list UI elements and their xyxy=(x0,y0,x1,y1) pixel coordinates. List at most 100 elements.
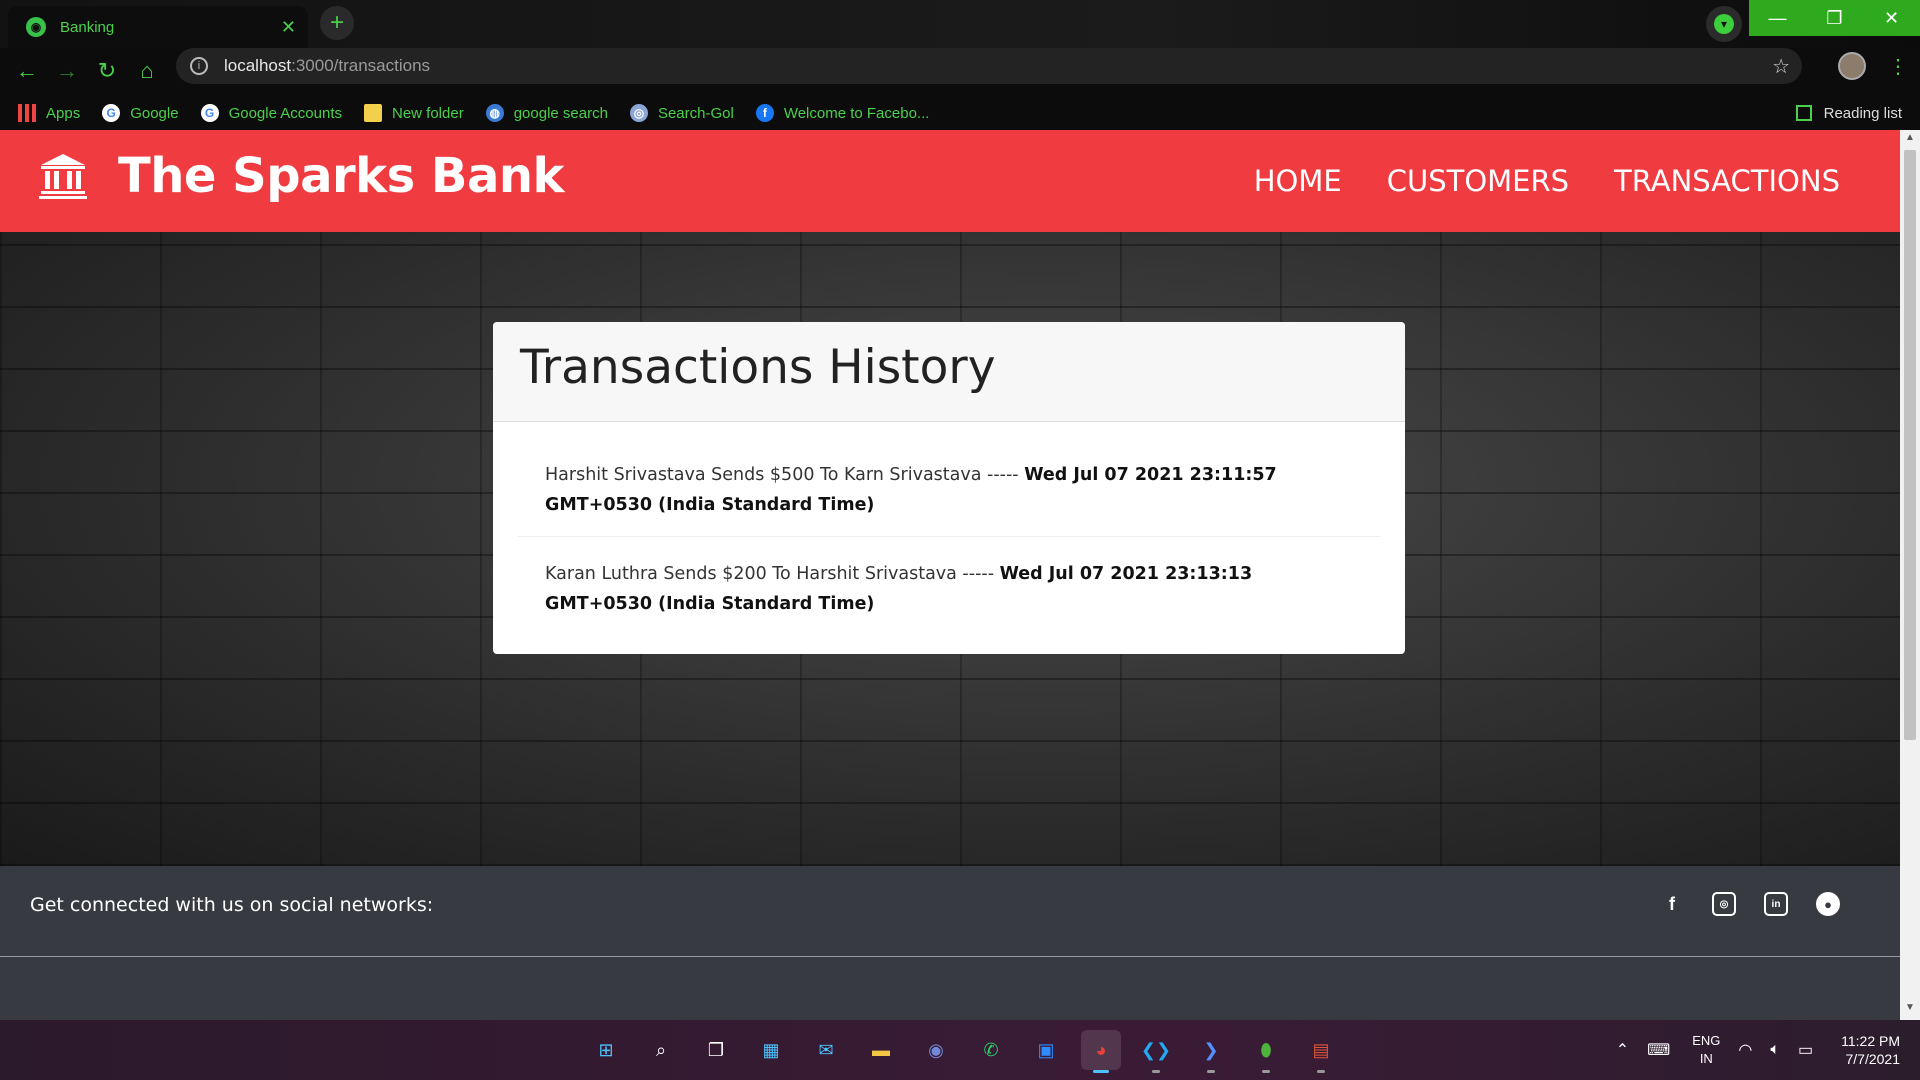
nav-home-link[interactable]: HOME xyxy=(1254,164,1342,198)
reading-list-button[interactable]: Reading list xyxy=(1795,96,1902,130)
bookmark-label: New folder xyxy=(392,104,464,122)
globe-icon: ◉ xyxy=(26,17,46,37)
language-code: ENG xyxy=(1692,1033,1721,1048)
bookmark-label: google search xyxy=(513,104,608,122)
running-indicator xyxy=(1317,1070,1325,1073)
clock-date: 7/7/2021 xyxy=(1845,1051,1901,1067)
page-title: Transactions History xyxy=(520,340,996,395)
browser-tab-bar: ◉ Banking ✕ + ▾ — ❐ ✕ xyxy=(0,0,1920,48)
site-footer: Get connected with us on social networks… xyxy=(0,866,1900,1020)
minimize-button[interactable]: — xyxy=(1749,0,1806,36)
bookmark-label: Google Accounts xyxy=(228,104,342,122)
page-scrollbar[interactable]: ▲ ▼ xyxy=(1900,130,1920,1020)
close-window-button[interactable]: ✕ xyxy=(1863,0,1920,36)
linkedin-icon[interactable]: in xyxy=(1764,892,1788,916)
brand[interactable]: The Sparks Bank xyxy=(38,148,564,204)
list-item: Harshit Srivastava Sends $500 To Karn Sr… xyxy=(518,438,1380,537)
facebook-icon[interactable]: f xyxy=(1660,892,1684,916)
file-explorer-icon[interactable]: ▬ xyxy=(861,1030,901,1070)
url-host: localhost xyxy=(224,56,292,75)
folder-icon xyxy=(364,104,382,122)
bookmark-star-icon[interactable]: ☆ xyxy=(1772,54,1790,79)
profile-avatar[interactable] xyxy=(1838,52,1866,80)
web-page: The Sparks Bank HOME CUSTOMERS TRANSACTI… xyxy=(0,130,1900,1020)
bookmark-facebook[interactable]: f Welcome to Facebo... xyxy=(755,104,930,122)
brand-name: The Sparks Bank xyxy=(118,148,564,204)
nav-customers-link[interactable]: CUSTOMERS xyxy=(1387,164,1569,198)
running-indicator xyxy=(1152,1070,1160,1073)
clock-time: 11:22 PM xyxy=(1841,1033,1900,1049)
zoom-icon[interactable]: ▣ xyxy=(1026,1030,1066,1070)
task-view-icon[interactable]: ❐ xyxy=(696,1030,736,1070)
bookmarks-bar: Apps G Google G Google Accounts New folder… xyxy=(0,96,1920,130)
taskbar: ⊞ ⌕ ❐ ▦ ✉ ▬ ◉ ✆ ▣ ◕ ❮❯ ❯ ⬮ ▤ ⌃ ⌨ ENG IN … xyxy=(0,1020,1920,1080)
bookmark-label: Google xyxy=(130,104,179,122)
menu-icon[interactable]: ⋮ xyxy=(1888,54,1908,79)
window-controls: — ❐ ✕ xyxy=(1749,0,1920,36)
language-indicator[interactable]: ENG IN xyxy=(1692,1032,1720,1068)
instagram-icon[interactable]: ◎ xyxy=(1712,892,1736,916)
bookmark-label: Search-Gol xyxy=(657,104,734,122)
bookmark-label: Welcome to Facebo... xyxy=(783,104,930,122)
transactions-card: Transactions History Harshit Srivastava … xyxy=(493,322,1405,654)
bookmark-google-search[interactable]: ◍ google search xyxy=(485,104,608,122)
apps-icon xyxy=(18,104,36,122)
nav-transactions-link[interactable]: TRANSACTIONS xyxy=(1614,164,1840,198)
active-indicator xyxy=(1093,1070,1109,1073)
bookmark-apps[interactable]: Apps xyxy=(18,104,80,122)
home-icon[interactable]: ⌂ xyxy=(132,58,162,84)
bank-icon xyxy=(39,154,87,199)
google-icon: G xyxy=(200,104,219,122)
discord-icon[interactable]: ◉ xyxy=(916,1030,956,1070)
system-tray: ⌃ ⌨ ENG IN ◠ 🔈︎ ▭ 11:22 PM 7/7/2021 xyxy=(1598,1028,1900,1072)
hero-background: Transactions History Harshit Srivastava … xyxy=(0,232,1900,866)
github-icon[interactable]: ● xyxy=(1816,892,1840,916)
transactions-list: Harshit Srivastava Sends $500 To Karn Sr… xyxy=(493,422,1405,651)
scroll-up-icon[interactable]: ▲ xyxy=(1900,132,1920,148)
back-icon[interactable]: ← xyxy=(12,58,42,84)
whatsapp-icon[interactable]: ✆ xyxy=(971,1030,1011,1070)
mongodb-icon[interactable]: ⬮ xyxy=(1246,1030,1286,1073)
bookmark-google[interactable]: G Google xyxy=(102,104,179,122)
battery-icon[interactable]: ▭ xyxy=(1798,1040,1813,1060)
restore-button[interactable]: ❐ xyxy=(1806,0,1863,36)
vscode-icon[interactable]: ❮❯ xyxy=(1136,1030,1176,1073)
search-icon[interactable]: ⌕ xyxy=(641,1030,681,1070)
footer-divider xyxy=(0,956,1900,957)
widgets-icon[interactable]: ▦ xyxy=(751,1030,791,1070)
url-path: :3000/transactions xyxy=(291,56,431,75)
windows-start-icon[interactable]: ⊞ xyxy=(586,1030,626,1070)
wifi-icon[interactable]: ◠ xyxy=(1738,1040,1752,1060)
mail-icon[interactable]: ✉ xyxy=(806,1030,846,1070)
chrome-icon[interactable]: ◕ xyxy=(1081,1030,1121,1073)
chevron-up-icon[interactable]: ⌃ xyxy=(1616,1040,1629,1060)
close-tab-icon[interactable]: ✕ xyxy=(281,17,296,38)
presentation-app-icon[interactable]: ▤ xyxy=(1301,1030,1341,1073)
region-code: IN xyxy=(1699,1051,1713,1066)
tab-title: Banking xyxy=(60,18,115,36)
bookmark-google-accounts[interactable]: G Google Accounts xyxy=(200,104,342,122)
bookmark-new-folder[interactable]: New folder xyxy=(364,104,464,122)
address-bar[interactable]: i localhost:3000/transactions ☆ xyxy=(176,48,1802,84)
clock[interactable]: 11:22 PM 7/7/2021 xyxy=(1841,1032,1900,1068)
new-tab-button[interactable]: + xyxy=(320,6,354,40)
scroll-down-icon[interactable]: ▼ xyxy=(1900,1002,1920,1018)
browser-tab[interactable]: ◉ Banking ✕ xyxy=(8,6,308,48)
keyboard-icon[interactable]: ⌨ xyxy=(1647,1040,1670,1060)
bookmark-search-gol[interactable]: ◎ Search-Gol xyxy=(629,104,734,122)
reading-list-icon xyxy=(1795,105,1812,121)
social-links: f ◎ in ● xyxy=(1632,892,1840,916)
volume-icon[interactable]: 🔈︎ xyxy=(1770,1041,1780,1059)
connect-text: Get connected with us on social networks… xyxy=(30,894,434,916)
site-info-icon[interactable]: i xyxy=(190,57,208,75)
card-header: Transactions History xyxy=(493,322,1405,422)
powershell-icon[interactable]: ❯ xyxy=(1191,1030,1231,1073)
running-indicator xyxy=(1262,1070,1270,1073)
extension-button[interactable]: ▾ xyxy=(1706,6,1742,42)
facebook-icon: f xyxy=(755,104,774,122)
forward-icon[interactable]: → xyxy=(52,58,82,84)
scrollbar-thumb[interactable] xyxy=(1904,150,1916,740)
reload-icon[interactable]: ↻ xyxy=(92,58,122,84)
site-navbar: The Sparks Bank HOME CUSTOMERS TRANSACTI… xyxy=(0,130,1900,232)
download-icon: ▾ xyxy=(1714,14,1734,34)
